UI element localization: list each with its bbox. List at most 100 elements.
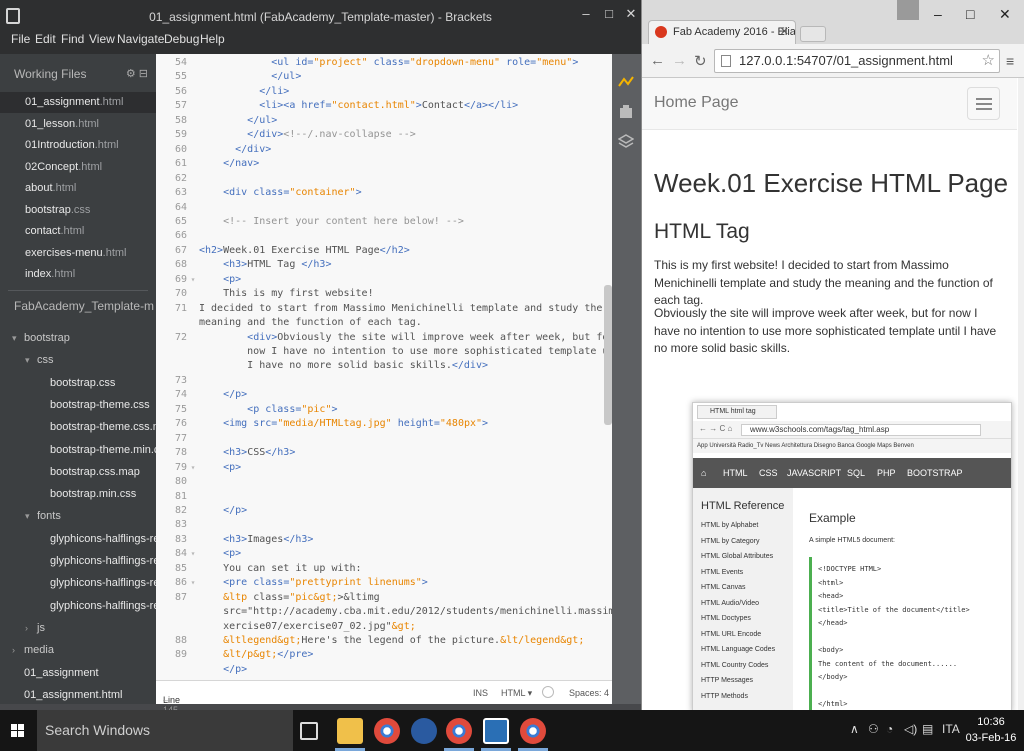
chrome-icon-3[interactable] <box>520 718 546 744</box>
user-profile-icon[interactable] <box>897 0 919 20</box>
editor-scrollbar[interactable] <box>604 285 612 425</box>
browser-tab[interactable]: Fab Academy 2016 - Elia I ✕ <box>648 20 796 44</box>
tree-file[interactable]: glyphicons-halflings-reg <box>0 595 156 617</box>
code-line[interactable]: 57 <li><a href="contact.html">Contact</a… <box>156 99 612 113</box>
close-icon[interactable]: ✕ <box>623 6 639 22</box>
menu-file[interactable]: File <box>11 32 30 46</box>
menu-edit[interactable]: Edit <box>35 32 56 46</box>
windows-search-box[interactable]: Search Windows <box>37 710 293 751</box>
code-line[interactable]: meaning and the function of each tag. <box>156 316 612 330</box>
menu-navigate[interactable]: Navigate <box>117 32 164 46</box>
working-file-item[interactable]: index.html <box>0 264 156 285</box>
language-select[interactable]: HTML ▾ <box>501 688 532 699</box>
code-line[interactable]: 66 <box>156 229 612 243</box>
menu-view[interactable]: View <box>89 32 115 46</box>
ins-mode[interactable]: INS <box>473 688 488 698</box>
code-line[interactable]: 74 </p> <box>156 388 612 402</box>
browser-maximize-icon[interactable]: □ <box>966 6 974 22</box>
task-view-icon[interactable] <box>300 722 318 740</box>
code-line[interactable]: 55 </ul> <box>156 70 612 84</box>
working-file-item[interactable]: 01_lesson.html <box>0 114 156 135</box>
working-file-item[interactable]: exercises-menu.html <box>0 243 156 264</box>
tree-file[interactable]: glyphicons-halflings-reg <box>0 528 156 550</box>
code-line[interactable]: 83 <h3>Images</h3> <box>156 533 612 547</box>
gear-icon[interactable]: ⚙ <box>126 68 136 80</box>
code-line[interactable]: 79 ▾ <p> <box>156 461 612 475</box>
tree-file[interactable]: bootstrap.css <box>0 372 156 394</box>
code-line[interactable]: xercise07/exercise07_02.jpg"&gt; <box>156 620 612 634</box>
extension-manager-icon[interactable] <box>618 104 634 120</box>
code-line[interactable]: 64 <box>156 201 612 215</box>
hamburger-menu-button[interactable] <box>967 87 1000 120</box>
code-line[interactable]: 56 </li> <box>156 85 612 99</box>
code-line[interactable]: 72 <div>Obviously the site will improve … <box>156 331 612 345</box>
code-line[interactable]: 75 <p class="pic"> <box>156 403 612 417</box>
code-line[interactable]: 83 <box>156 518 612 532</box>
back-icon[interactable]: ← <box>650 52 665 69</box>
tree-folder[interactable]: ▾ css <box>0 349 156 371</box>
wifi-icon[interactable]: ◔ <box>886 722 893 736</box>
code-line[interactable]: 89 &lt/p&gt;</pre> <box>156 648 612 662</box>
new-tab-button[interactable] <box>800 26 826 42</box>
code-line[interactable]: 73 <box>156 374 612 388</box>
code-line[interactable]: 77 <box>156 432 612 446</box>
working-file-item[interactable]: contact.html <box>0 221 156 242</box>
code-line[interactable]: 65 <!-- Insert your content here below! … <box>156 215 612 229</box>
spaces-setting[interactable]: Spaces: 4 <box>569 688 609 698</box>
code-line[interactable]: 68 <h3>HTML Tag </h3> <box>156 258 612 272</box>
tree-file[interactable]: bootstrap-theme.min.cs <box>0 439 156 461</box>
maximize-icon[interactable]: □ <box>601 6 617 21</box>
chrome-icon-2[interactable] <box>446 718 472 744</box>
clock[interactable]: 10:36 03-Feb-16 <box>964 714 1018 746</box>
code-line[interactable]: 58 </ul> <box>156 114 612 128</box>
working-file-item[interactable]: 01Introduction.html <box>0 135 156 156</box>
browser-scrollbar[interactable] <box>1018 78 1024 710</box>
people-icon[interactable]: ⚇ <box>868 722 879 736</box>
tree-file[interactable]: glyphicons-halflings-reg <box>0 572 156 594</box>
tray-chevron-icon[interactable]: ∧ <box>850 722 859 736</box>
tab-close-icon[interactable]: ✕ <box>780 21 789 43</box>
split-icon[interactable]: ⊟ <box>139 68 148 80</box>
working-file-item[interactable]: 02Concept.html <box>0 157 156 178</box>
tree-file[interactable]: glyphicons-halflings-reg <box>0 550 156 572</box>
tree-file[interactable]: 01_assignment <box>0 662 156 684</box>
code-line[interactable]: 70 This is my first website! <box>156 287 612 301</box>
menu-help[interactable]: Help <box>200 32 225 46</box>
notification-icon[interactable]: ▤ <box>922 722 933 736</box>
code-line[interactable]: </p> <box>156 663 612 677</box>
code-line[interactable]: 88 &ltlegend&gt;Here's the legend of the… <box>156 634 612 648</box>
file-explorer-icon[interactable] <box>337 718 363 744</box>
working-file-item[interactable]: about.html <box>0 178 156 199</box>
menu-debug[interactable]: Debug <box>164 32 199 46</box>
language-indicator[interactable]: ITA <box>942 722 960 736</box>
browser-close-icon[interactable]: ✕ <box>999 6 1011 23</box>
code-line[interactable]: 59 </div><!--/.nav-collapse --> <box>156 128 612 142</box>
code-line[interactable]: 67 <h2>Week.01 Exercise HTML Page</h2> <box>156 244 612 258</box>
working-files-icons[interactable]: ⚙ ⊟ <box>126 67 148 80</box>
tree-file[interactable]: 01_assignment.html <box>0 684 156 704</box>
project-title[interactable]: FabAcademy_Template-master ▾ <box>14 299 154 313</box>
layers-icon[interactable] <box>618 134 634 150</box>
forward-icon[interactable]: → <box>672 52 687 69</box>
minimize-icon[interactable]: – <box>578 6 594 21</box>
code-line[interactable]: 84 ▾ <p> <box>156 547 612 561</box>
volume-icon[interactable]: ◁) <box>904 722 917 736</box>
code-line[interactable]: src="http://academy.cba.mit.edu/2012/stu… <box>156 605 612 619</box>
code-line[interactable]: 87 &ltp class="pic&gt;>&ltimg <box>156 591 612 605</box>
chrome-icon[interactable] <box>374 718 400 744</box>
tree-folder[interactable]: ▾ bootstrap <box>0 327 156 349</box>
code-line[interactable]: 71 I decided to start from Massimo Menic… <box>156 302 612 316</box>
code-line[interactable]: 82 </p> <box>156 504 612 518</box>
tree-file[interactable]: bootstrap.css.map <box>0 461 156 483</box>
code-line[interactable]: now I have no intention to use more soph… <box>156 345 612 359</box>
code-line[interactable]: 60 </div> <box>156 143 612 157</box>
tree-file[interactable]: bootstrap-theme.css.ma <box>0 416 156 438</box>
brackets-taskbar-icon[interactable] <box>483 718 509 744</box>
site-brand[interactable]: Home Page <box>654 94 739 112</box>
browser-menu-icon[interactable]: ≡ <box>1006 53 1014 69</box>
code-line[interactable]: 78 <h3>CSS</h3> <box>156 446 612 460</box>
tree-file[interactable]: bootstrap.min.css <box>0 483 156 505</box>
code-editor[interactable]: 54 <ul id="project" class="dropdown-menu… <box>156 54 612 680</box>
browser-minimize-icon[interactable]: – <box>934 6 942 22</box>
app-icon-blue[interactable] <box>411 718 437 744</box>
